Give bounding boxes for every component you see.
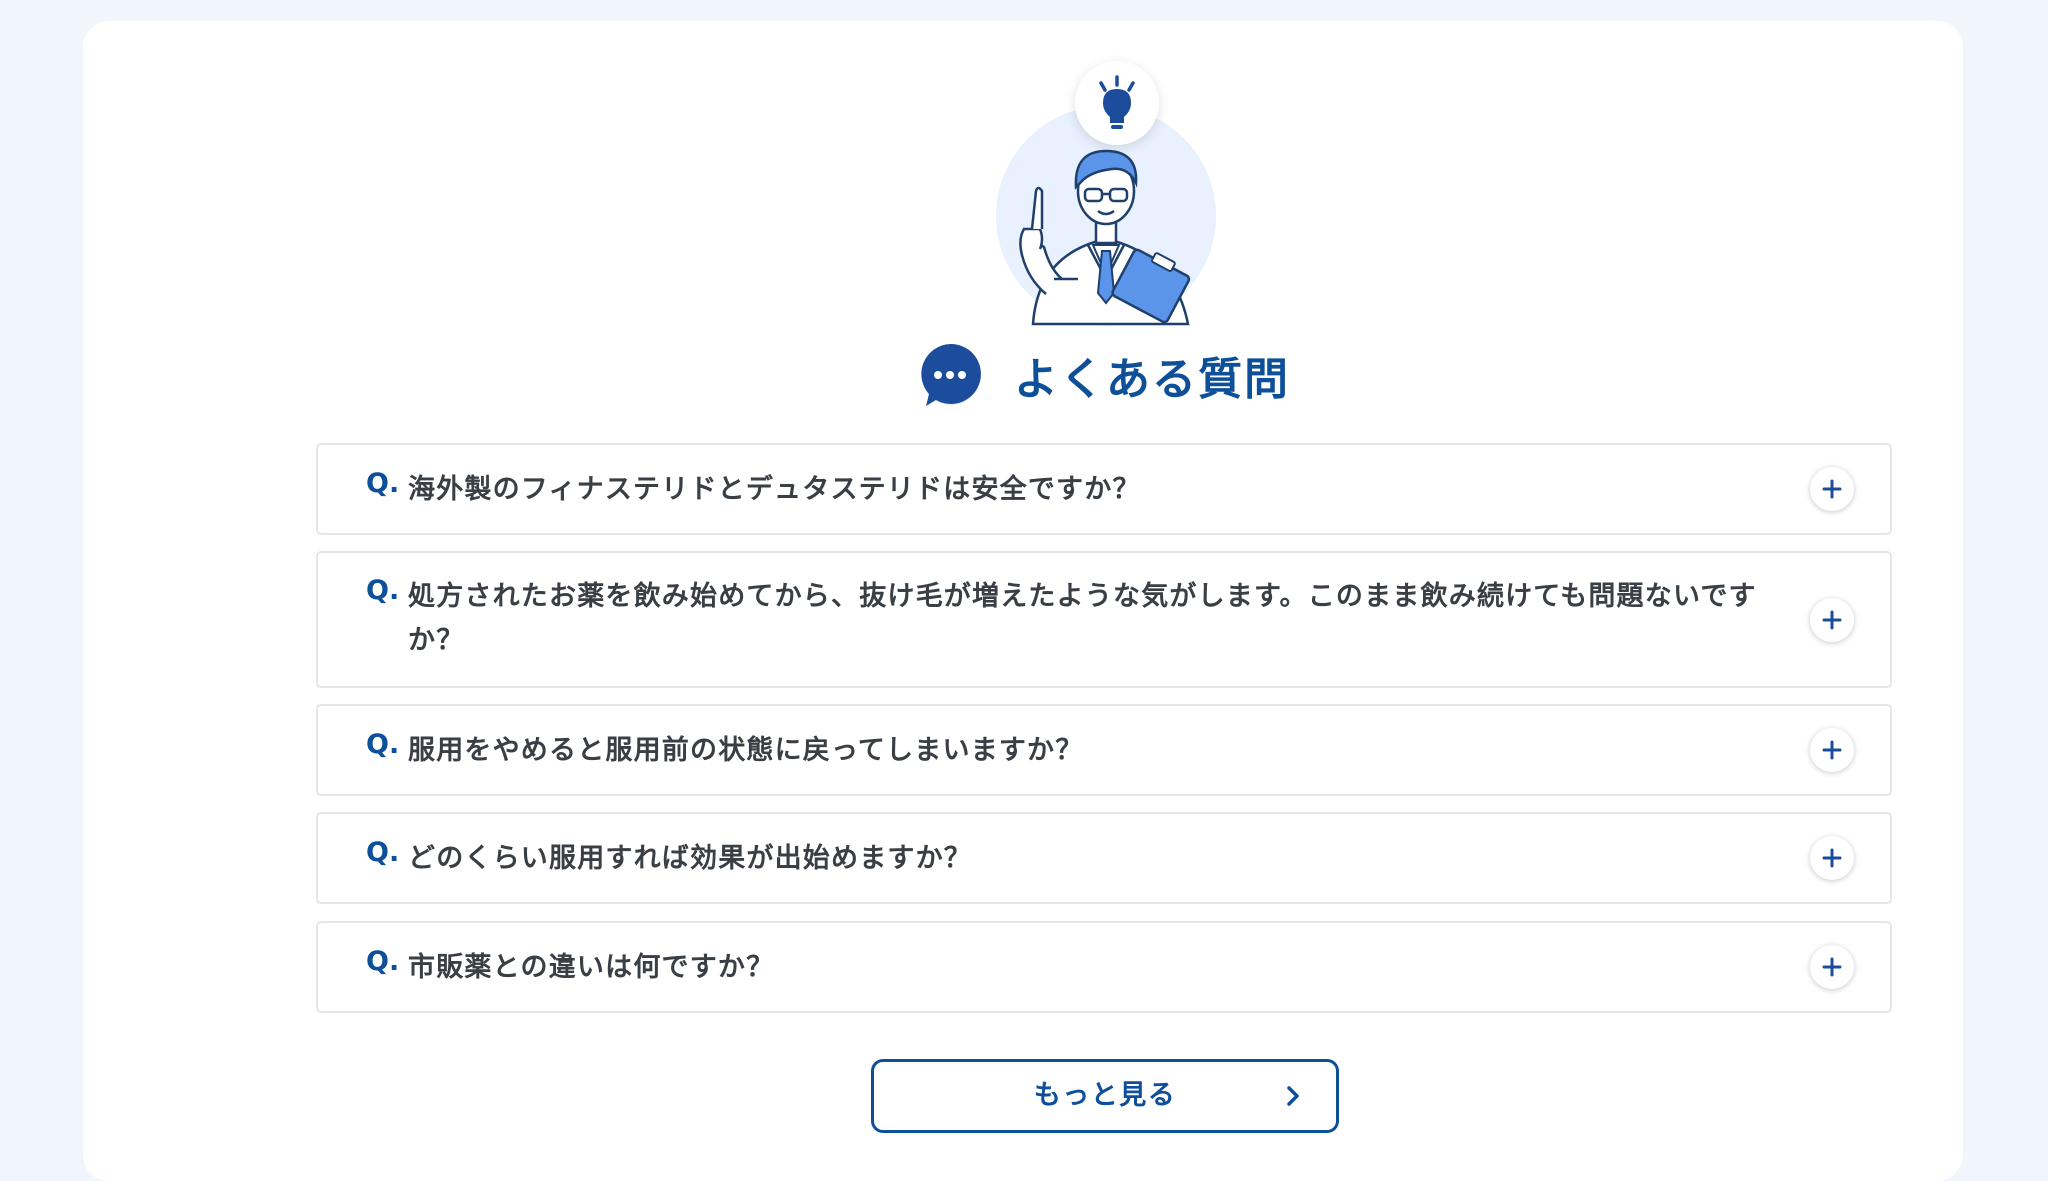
faq-question: 海外製のフィナステリドとデュタステリドは安全ですか？ xyxy=(408,474,1141,505)
plus-icon xyxy=(1822,848,1842,868)
faq-item[interactable]: Q. 市販薬との違いは何ですか？ xyxy=(316,921,1892,1013)
faq-q-label: Q. xyxy=(366,729,400,760)
lightbulb-bubble xyxy=(1075,61,1159,145)
faq-q-label: Q. xyxy=(366,575,400,606)
plus-icon xyxy=(1822,479,1842,499)
faq-item[interactable]: Q. どのくらい服用すれば効果が出始めますか？ xyxy=(316,812,1892,904)
plus-icon xyxy=(1822,957,1842,977)
chevron-right-icon xyxy=(1287,1086,1299,1106)
faq-question: 服用をやめると服用前の状態に戻ってしまいますか？ xyxy=(408,735,1084,766)
faq-q-label: Q. xyxy=(366,468,400,499)
faq-q-label: Q. xyxy=(366,946,400,977)
faq-q-label: Q. xyxy=(366,837,400,868)
section-title-text: よくある質問 xyxy=(1014,354,1290,405)
section-title: よくある質問 xyxy=(918,339,1290,411)
expand-button[interactable] xyxy=(1810,945,1854,989)
speech-bubble-icon xyxy=(921,343,981,406)
more-button[interactable]: もっと見る xyxy=(871,1059,1339,1133)
expand-button[interactable] xyxy=(1810,836,1854,880)
plus-icon xyxy=(1822,740,1842,760)
more-button-label: もっと見る xyxy=(1033,1080,1177,1111)
faq-item[interactable]: Q. 服用をやめると服用前の状態に戻ってしまいますか？ xyxy=(316,704,1892,796)
faq-card: よくある質問 Q. 海外製のフィナステリドとデュタステリドは安全ですか？ Q. … xyxy=(83,21,1963,1181)
faq-question: 処方されたお薬を飲み始めてから、抜け毛が増えたような気がします。このまま飲み続け… xyxy=(408,581,1757,656)
faq-question: 市販薬との違いは何ですか？ xyxy=(408,952,775,983)
lightbulb-icon xyxy=(1099,75,1135,129)
expand-button[interactable] xyxy=(1810,467,1854,511)
expand-button[interactable] xyxy=(1810,728,1854,772)
faq-question: どのくらい服用すれば効果が出始めますか？ xyxy=(408,843,972,874)
expand-button[interactable] xyxy=(1810,598,1854,642)
faq-item[interactable]: Q. 海外製のフィナステリドとデュタステリドは安全ですか？ xyxy=(316,443,1892,535)
faq-item[interactable]: Q. 処方されたお薬を飲み始めてから、抜け毛が増えたような気がします。このまま飲… xyxy=(316,551,1892,688)
plus-icon xyxy=(1822,610,1842,630)
